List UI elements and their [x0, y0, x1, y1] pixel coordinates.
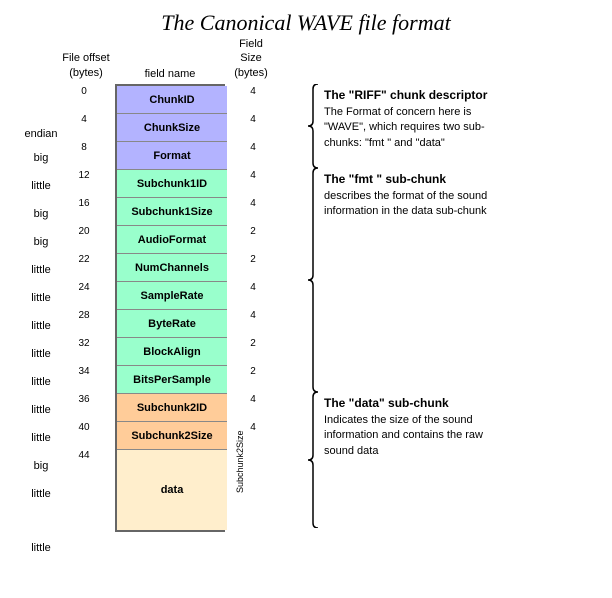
field-cell: Subchunk1Size [117, 198, 227, 226]
endian-label: big [34, 200, 49, 228]
size-label: 4 [246, 308, 256, 336]
field-table: ChunkIDChunkSizeFormatSubchunk1IDSubchun… [115, 84, 225, 532]
field-name-column: field nameChunkIDChunkSizeFormatSubchunk… [110, 52, 230, 532]
endian-label: little [31, 256, 51, 284]
field-cell: BitsPerSample [117, 366, 227, 394]
endian-label: big [34, 452, 49, 480]
endian-label: little [31, 424, 51, 452]
offset-label: 22 [78, 252, 93, 280]
subchunk2size-label: Subchunk2Size [235, 394, 245, 530]
brace-annotation-area: The "RIFF" chunk descriptor The Format of… [302, 52, 532, 538]
field-cell: Subchunk2Size [117, 422, 227, 450]
size-label: 4 [246, 168, 256, 196]
offset-label: 34 [78, 364, 93, 392]
offset-label: 40 [78, 420, 93, 448]
annotation-text: Indicates the size of the sound informat… [324, 413, 514, 459]
field-cell: AudioFormat [117, 226, 227, 254]
field-cell: ByteRate [117, 310, 227, 338]
brace-svg [302, 84, 322, 168]
brace-svg [302, 392, 322, 528]
endian-label: little [31, 508, 51, 588]
size-label: 2 [246, 364, 256, 392]
size-label: 4 [246, 392, 256, 420]
size-label [249, 448, 253, 528]
endian-column: endianbiglittlebigbiglittlelittlelittlel… [20, 52, 62, 588]
annotation-text: The Format of concern here is "WAVE", wh… [324, 105, 514, 151]
offset-label: 24 [78, 280, 93, 308]
endian-label: little [31, 368, 51, 396]
size-header: Field Size(bytes) [230, 52, 272, 84]
offset-label: 36 [78, 392, 93, 420]
field-cell: data [117, 450, 227, 530]
page-title: The Canonical WAVE file format [10, 10, 602, 36]
size-label: 2 [246, 336, 256, 364]
offset-label: 20 [78, 224, 93, 252]
annotation-block: The "fmt " sub-chunk describes the format… [324, 168, 514, 220]
endian-label: little [31, 396, 51, 424]
endian-label: little [31, 172, 51, 200]
field-cell: BlockAlign [117, 338, 227, 366]
size-label: 2 [246, 252, 256, 280]
endian-label: little [31, 480, 51, 508]
annotation-block: The "RIFF" chunk descriptor The Format of… [324, 84, 514, 151]
offset-label: 44 [78, 448, 93, 528]
offset-label: 8 [81, 140, 91, 168]
size-label: 4 [246, 140, 256, 168]
field-cell: ChunkID [117, 86, 227, 114]
endian-label: little [31, 340, 51, 368]
size-label: 4 [246, 112, 256, 140]
field-cell: Subchunk1ID [117, 170, 227, 198]
offset-header: File offset(bytes) [62, 52, 110, 84]
size-label: 4 [246, 420, 256, 448]
endian-label: little [31, 312, 51, 340]
endian-label: big [34, 228, 49, 256]
annotation-title: The "RIFF" chunk descriptor [324, 88, 514, 102]
field-cell: SampleRate [117, 282, 227, 310]
endian-header: endian [24, 112, 57, 144]
annotation-title: The "fmt " sub-chunk [324, 172, 514, 186]
main-layout: endianbiglittlebigbiglittlelittlelittlel… [20, 52, 602, 588]
annotation-block: The "data" sub-chunk Indicates the size o… [324, 392, 514, 459]
offset-label: 12 [78, 168, 93, 196]
annotation-text: describes the format of the sound inform… [324, 189, 514, 220]
offset-label: 32 [78, 336, 93, 364]
offset-label: 0 [81, 84, 91, 112]
offset-label: 16 [78, 196, 93, 224]
endian-label: little [31, 284, 51, 312]
field-cell: Subchunk2ID [117, 394, 227, 422]
offset-column: File offset(bytes)0481216202224283234364… [62, 52, 110, 528]
annotation-title: The "data" sub-chunk [324, 396, 514, 410]
size-label: 4 [246, 84, 256, 112]
brace-svg [302, 168, 322, 392]
size-label: 4 [246, 280, 256, 308]
field-name-header: field name [145, 52, 196, 84]
size-label: 4 [246, 196, 256, 224]
endian-label: big [34, 144, 49, 172]
field-cell: Format [117, 142, 227, 170]
size-label: 2 [246, 224, 256, 252]
offset-label: 4 [81, 112, 91, 140]
offset-label: 28 [78, 308, 93, 336]
field-cell: ChunkSize [117, 114, 227, 142]
field-cell: NumChannels [117, 254, 227, 282]
